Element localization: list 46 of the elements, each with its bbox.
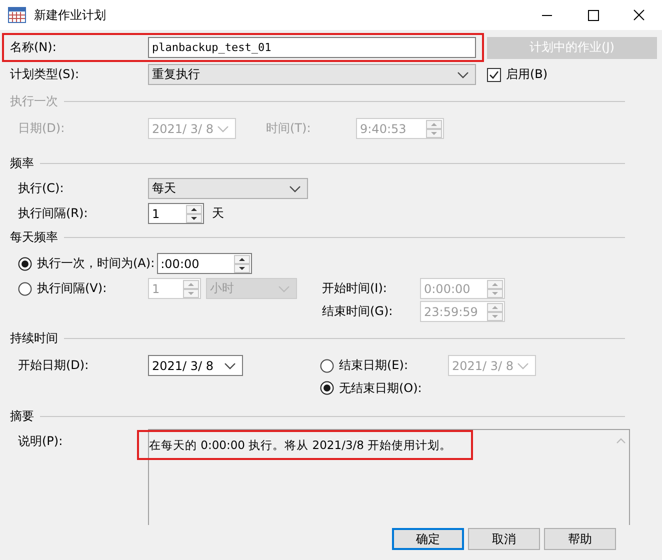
chevron-down-icon [289, 184, 301, 192]
section-title: 持续时间 [10, 330, 58, 346]
dialog-button[interactable]: 取消 [468, 528, 540, 550]
field-label: 开始时间(I): [322, 280, 388, 297]
dialog-button[interactable]: 帮助 [544, 528, 616, 550]
field-label: 说明(P): [17, 433, 64, 450]
field-label: 开始日期(D): [17, 357, 90, 374]
chevron-down-icon [517, 362, 529, 370]
field-label: 日期(D): [17, 120, 66, 137]
field-label: 执行间隔(R): [17, 205, 89, 222]
section-title: 执行一次 [10, 92, 58, 110]
name-field[interactable]: planbackup_test_01 [148, 37, 476, 58]
schedule-type-dropdown[interactable]: 重复执行 [148, 64, 476, 85]
window-title: 新建作业计划 [34, 6, 107, 24]
summary-text: 在每天的 0:00:00 执行。将从 2021/3/8 开始使用计划。 [149, 438, 452, 452]
date-picker[interactable]: 2021/ 3/ 8 [148, 355, 243, 376]
radio-option[interactable]: 执行一次，时间为(A): [18, 255, 155, 272]
checkbox-option[interactable]: 启用(B) [487, 66, 548, 83]
field-label: 执行(C): [17, 180, 65, 197]
section-title: 摘要 [10, 408, 34, 424]
chevron-down-icon [457, 70, 469, 78]
spinner-arrows-icon[interactable] [234, 254, 250, 272]
interval-field[interactable]: 1 [148, 203, 204, 224]
field-label: 计划类型(S): [10, 66, 80, 83]
chevron-down-icon [217, 124, 229, 132]
radio-indicator[interactable] [18, 282, 32, 296]
unit-label: 天 [212, 205, 224, 222]
checkbox[interactable] [487, 68, 501, 82]
radio-indicator[interactable] [18, 256, 32, 270]
radio-indicator[interactable] [320, 358, 334, 372]
dialog-button[interactable]: 确定 [392, 528, 464, 550]
radio-indicator[interactable] [320, 381, 334, 395]
chevron-down-icon [278, 284, 290, 292]
calendar-grid-icon [8, 7, 26, 23]
time-field[interactable]: :00:00 [156, 253, 252, 274]
radio-option[interactable]: 无结束日期(O): [320, 380, 422, 396]
radio-option[interactable]: 结束日期(E): [320, 357, 448, 374]
spinner-arrows-icon[interactable] [186, 204, 202, 222]
field-label: 名称(N): [10, 39, 58, 56]
field-label: 结束时间(G): [322, 303, 394, 320]
section-title: 每天频率 [10, 228, 58, 246]
radio-option[interactable]: 执行间隔(V): [18, 280, 146, 297]
chevron-down-icon [224, 362, 236, 370]
section-title: 频率 [10, 154, 34, 172]
field-label: 时间(T): [266, 120, 312, 137]
occurs-dropdown[interactable]: 每天 [148, 178, 308, 199]
